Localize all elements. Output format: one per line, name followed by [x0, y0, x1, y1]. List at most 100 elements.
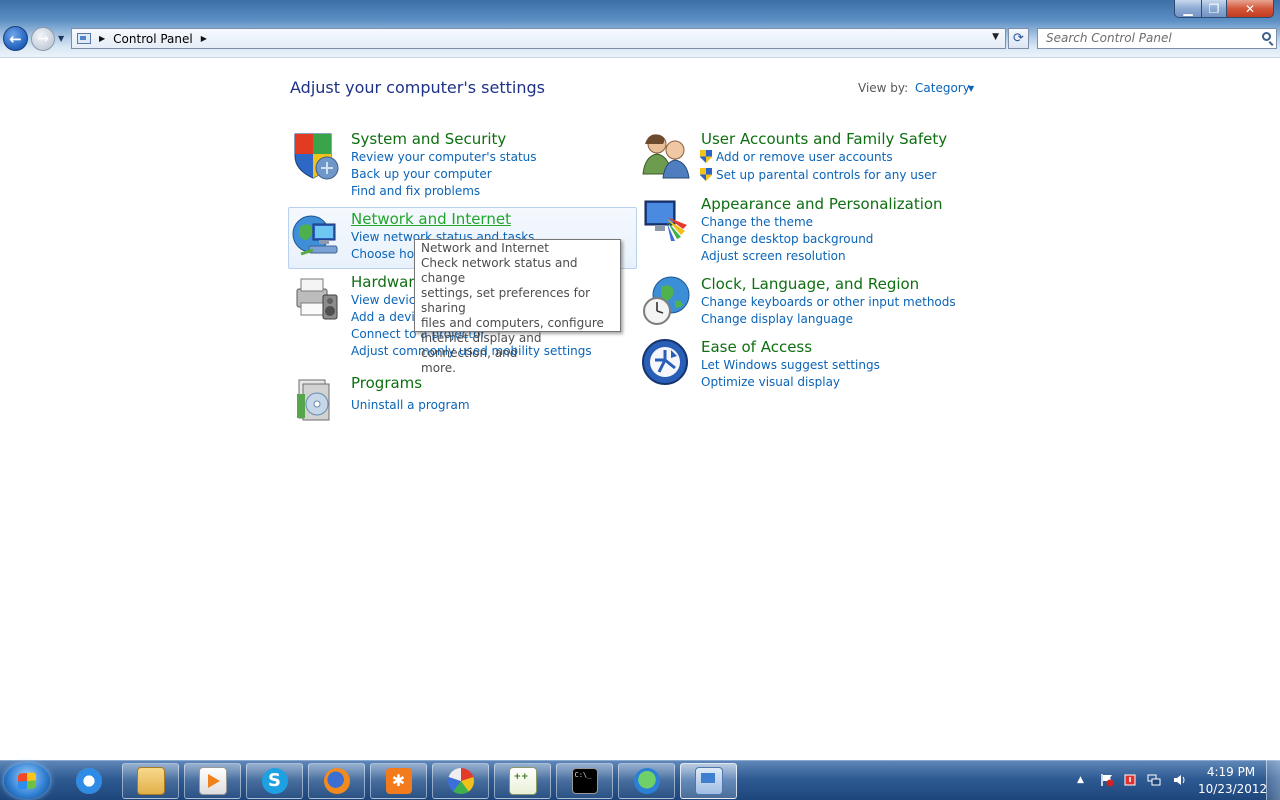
- link-screen-resolution[interactable]: Adjust screen resolution: [701, 249, 846, 263]
- taskbar-xampp[interactable]: ✱: [370, 763, 427, 799]
- tooltip-line: settings, set preferences for sharing: [421, 286, 591, 315]
- link-change-theme[interactable]: Change the theme: [701, 215, 813, 229]
- refresh-icon: ⟳: [1013, 31, 1024, 46]
- divider: [0, 57, 1280, 58]
- category-clock-language: Clock, Language, and Region Change keybo…: [641, 275, 971, 329]
- link-desktop-background[interactable]: Change desktop background: [701, 232, 873, 246]
- recent-pages-dropdown[interactable]: ▼: [58, 34, 64, 43]
- category-title[interactable]: Clock, Language, and Region: [701, 275, 919, 293]
- maximize-button[interactable]: ❐: [1201, 0, 1227, 18]
- taskbar-windows-explorer[interactable]: [122, 763, 179, 799]
- uac-shield-icon: [700, 168, 712, 181]
- chevron-down-icon[interactable]: ▼: [968, 84, 974, 93]
- page-title: Adjust your computer's settings: [290, 78, 545, 97]
- link-parental-controls[interactable]: Set up parental controls for any user: [700, 168, 936, 182]
- action-center-flag-icon[interactable]: [1100, 773, 1114, 787]
- category-title[interactable]: User Accounts and Family Safety: [701, 130, 947, 148]
- show-hidden-icons-button[interactable]: ▲: [1077, 775, 1084, 785]
- programs-icon[interactable]: [291, 374, 341, 424]
- minimize-button[interactable]: ▁: [1174, 0, 1202, 18]
- refresh-button[interactable]: ⟳: [1008, 28, 1029, 49]
- category-title[interactable]: Appearance and Personalization: [701, 195, 943, 213]
- volume-icon[interactable]: [1172, 773, 1186, 787]
- paint-palette-icon: [447, 768, 474, 794]
- globe-network-icon[interactable]: [291, 210, 341, 260]
- internet-explorer-icon: [75, 768, 102, 794]
- link-backup[interactable]: Back up your computer: [351, 167, 492, 181]
- clock-globe-icon[interactable]: [641, 275, 691, 325]
- monitor-palette-icon[interactable]: [641, 195, 691, 245]
- category-system-security: System and Security Review your computer…: [291, 130, 621, 200]
- taskbar-paint[interactable]: [432, 763, 489, 799]
- category-title[interactable]: Ease of Access: [701, 338, 812, 356]
- control-panel-icon: [77, 33, 91, 44]
- category-title[interactable]: Programs: [351, 374, 422, 392]
- link-optimize-visual-display[interactable]: Optimize visual display: [701, 375, 840, 389]
- link-text[interactable]: Add or remove user accounts: [716, 150, 893, 164]
- category-appearance: Appearance and Personalization Change th…: [641, 195, 971, 265]
- category-programs: Programs Uninstall a program: [291, 374, 621, 424]
- folder-icon: [136, 767, 165, 795]
- ease-of-access-icon[interactable]: [641, 338, 691, 388]
- taskbar-internet-explorer[interactable]: [60, 763, 117, 799]
- link-text[interactable]: Set up parental controls for any user: [716, 168, 936, 182]
- view-by-label: View by:: [858, 81, 909, 95]
- media-player-icon: [198, 767, 227, 795]
- category-title[interactable]: Network and Internet: [351, 210, 511, 228]
- firefox-icon: [323, 768, 350, 794]
- tooltip-line: Internet display and connection, and: [421, 331, 542, 360]
- control-panel-icon: [694, 767, 723, 795]
- link-display-language[interactable]: Change display language: [701, 312, 853, 326]
- category-title[interactable]: System and Security: [351, 130, 506, 148]
- taskbar-media-player[interactable]: [184, 763, 241, 799]
- link-change-keyboards[interactable]: Change keyboards or other input methods: [701, 295, 956, 309]
- show-desktop-button[interactable]: [1266, 760, 1280, 800]
- taskbar-firefox[interactable]: [308, 763, 365, 799]
- link-uninstall-program[interactable]: Uninstall a program: [351, 398, 470, 412]
- address-bar[interactable]: ▶ Control Panel ▶ ▼: [71, 28, 1006, 49]
- category-ease-of-access: Ease of Access Let Windows suggest setti…: [641, 338, 971, 392]
- link-review-status[interactable]: Review your computer's status: [351, 150, 537, 164]
- address-dropdown-icon[interactable]: ▼: [992, 32, 999, 42]
- printer-icon[interactable]: [291, 273, 341, 323]
- notepad-plus-plus-icon: ++: [508, 767, 537, 795]
- start-button[interactable]: [4, 763, 50, 799]
- search-placeholder: Search Control Panel: [1046, 31, 1172, 45]
- breadcrumb-arrow-icon[interactable]: ▶: [99, 34, 105, 43]
- taskbar-command-prompt[interactable]: C:\_: [556, 763, 613, 799]
- uac-shield-icon: [700, 150, 712, 163]
- back-button[interactable]: ←: [3, 26, 28, 51]
- tooltip-title: Network and Internet: [421, 241, 549, 255]
- search-icon[interactable]: [1262, 32, 1271, 41]
- taskbar-network-tool[interactable]: [618, 763, 675, 799]
- view-by-dropdown[interactable]: Category: [915, 81, 970, 95]
- tooltip: Network and Internet Check network statu…: [414, 239, 621, 375]
- shield-icon[interactable]: [291, 130, 341, 180]
- forward-arrow-icon: →: [37, 31, 49, 47]
- link-windows-suggest-settings[interactable]: Let Windows suggest settings: [701, 358, 880, 372]
- taskbar: S ✱ ++ C:\_: [0, 760, 1280, 800]
- search-input[interactable]: Search Control Panel: [1037, 28, 1277, 49]
- link-find-fix-problems[interactable]: Find and fix problems: [351, 184, 480, 198]
- tooltip-line: Check network status and change: [421, 256, 578, 285]
- clock-date[interactable]: 10/23/2012: [1198, 782, 1267, 796]
- taskbar-skype[interactable]: S: [246, 763, 303, 799]
- breadcrumb-arrow-icon[interactable]: ▶: [201, 34, 207, 43]
- clock-time[interactable]: 4:19 PM: [1206, 765, 1256, 779]
- breadcrumb-control-panel[interactable]: Control Panel: [113, 32, 193, 46]
- command-prompt-icon: C:\_: [571, 768, 598, 794]
- taskbar-control-panel[interactable]: [680, 763, 737, 799]
- globe-download-icon: [633, 768, 660, 794]
- alert-icon[interactable]: [1123, 773, 1137, 787]
- link-add-remove-accounts[interactable]: Add or remove user accounts: [700, 150, 893, 164]
- tooltip-line: files and computers, configure: [421, 316, 604, 330]
- category-user-accounts: User Accounts and Family Safety Add or r…: [641, 130, 971, 186]
- cmd-label: C:\_: [574, 771, 592, 779]
- users-icon[interactable]: [641, 130, 691, 180]
- skype-icon: S: [261, 768, 288, 794]
- network-icon[interactable]: [1147, 773, 1161, 787]
- forward-button[interactable]: →: [31, 27, 55, 51]
- close-button[interactable]: ✕: [1226, 0, 1274, 18]
- back-arrow-icon: ←: [9, 29, 22, 48]
- taskbar-notepad-plus-plus[interactable]: ++: [494, 763, 551, 799]
